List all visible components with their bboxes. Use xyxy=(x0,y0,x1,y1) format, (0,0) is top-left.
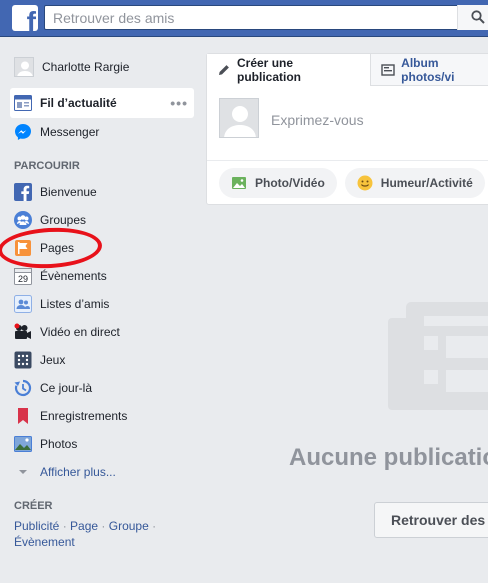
facebook-icon xyxy=(14,183,32,201)
sidebar-item-label: Groupes xyxy=(40,213,87,227)
newsfeed-icon xyxy=(14,94,32,112)
sidebar-item-label: Vidéo en direct xyxy=(40,325,120,339)
composer-body[interactable]: Exprimez-vous xyxy=(207,86,488,150)
show-more-label: Afficher plus... xyxy=(40,465,116,479)
profile-avatar xyxy=(14,57,34,77)
sidebar-item-pages[interactable]: Pages xyxy=(0,234,200,262)
sidebar-item-label: Pages xyxy=(40,241,75,255)
mood-activity-button[interactable]: Humeur/Activité xyxy=(344,167,485,198)
sidebar-item-label: Photos xyxy=(40,437,78,451)
create-group-link[interactable]: Groupe xyxy=(109,519,149,533)
profile-name: Charlotte Rargie xyxy=(42,60,130,74)
sidebar-item-live-video[interactable]: Vidéo en direct xyxy=(0,318,200,346)
flag-icon xyxy=(14,239,32,257)
sidebar-item-label: Enregistrements xyxy=(40,409,128,423)
show-more-link[interactable]: Afficher plus... xyxy=(0,458,200,486)
pencil-icon xyxy=(217,63,231,77)
sidebar-item-events[interactable]: 29 Évènements xyxy=(0,262,200,290)
album-icon xyxy=(381,63,395,77)
more-options-icon[interactable]: ••• xyxy=(170,95,188,111)
search-button[interactable] xyxy=(457,5,488,30)
sidebar-item-label: Jeux xyxy=(40,353,66,367)
search-input[interactable] xyxy=(45,6,445,29)
composer-tabs: Créer une publication Album photos/vi xyxy=(207,53,488,86)
smiley-icon xyxy=(357,175,373,191)
calendar-icon: 29 xyxy=(14,267,32,285)
sidebar-item-photos[interactable]: Photos xyxy=(0,430,200,458)
composer-input-placeholder[interactable]: Exprimez-vous xyxy=(271,112,364,128)
search-icon xyxy=(471,10,485,24)
sidebar-item-welcome[interactable]: Bienvenue xyxy=(0,178,200,206)
composer-actions: Photo/Vidéo Humeur/Activité xyxy=(207,160,488,204)
separator: · xyxy=(59,519,71,533)
live-video-icon xyxy=(14,323,32,341)
sidebar-item-games[interactable]: Jeux xyxy=(0,346,200,374)
sidebar-item-label: Messenger xyxy=(40,125,100,139)
facebook-logo[interactable]: f xyxy=(12,5,38,31)
photo-icon xyxy=(231,175,247,191)
separator: · xyxy=(98,519,109,533)
sidebar-item-on-this-day[interactable]: Ce jour-là xyxy=(0,374,200,402)
mood-activity-label: Humeur/Activité xyxy=(380,175,473,190)
search-box xyxy=(44,5,488,30)
groups-icon xyxy=(14,211,32,229)
sidebar-item-friend-lists[interactable]: Listes d’amis xyxy=(0,290,200,318)
find-friends-button[interactable]: Retrouver des xyxy=(374,502,488,538)
bookmark-icon xyxy=(14,407,32,425)
sidebar-item-label: Ce jour-là xyxy=(40,381,93,395)
empty-feed-title: Aucune publication xyxy=(289,444,488,471)
messenger-icon xyxy=(14,123,32,141)
separator: · xyxy=(148,519,157,533)
left-sidebar: Charlotte Rargie Fil d’actualité ••• Mes… xyxy=(0,52,200,550)
games-icon xyxy=(14,351,32,369)
tab-create-post[interactable]: Créer une publication xyxy=(207,53,372,86)
section-title-create: CRÉER xyxy=(14,500,53,512)
tab-photo-album[interactable]: Album photos/vi xyxy=(371,54,488,86)
sidebar-item-label: Fil d’actualité xyxy=(40,96,117,110)
empty-feed-illustration xyxy=(388,302,488,410)
sidebar-profile[interactable]: Charlotte Rargie xyxy=(0,52,200,82)
photos-icon xyxy=(14,435,32,453)
friend-lists-icon xyxy=(14,295,32,313)
create-ad-link[interactable]: Publicité xyxy=(14,519,59,533)
sidebar-item-label: Listes d’amis xyxy=(40,297,110,311)
avatar xyxy=(219,98,259,138)
tab-label: Créer une publication xyxy=(237,55,301,84)
photo-video-button[interactable]: Photo/Vidéo xyxy=(219,167,337,198)
tab-label: Album photos/vi xyxy=(401,55,455,84)
post-composer: Créer une publication Album photos/vi Ex… xyxy=(206,53,488,205)
sidebar-item-groups[interactable]: Groupes xyxy=(0,206,200,234)
sidebar-item-newsfeed[interactable]: Fil d’actualité ••• xyxy=(10,88,194,118)
create-event-link[interactable]: Évènement xyxy=(14,535,75,549)
create-page-link[interactable]: Page xyxy=(70,519,98,533)
sidebar-item-saved[interactable]: Enregistrements xyxy=(0,402,200,430)
on-this-day-icon xyxy=(14,379,32,397)
section-title-explore: PARCOURIR xyxy=(14,160,80,172)
chevron-down-icon xyxy=(14,463,32,481)
photo-video-label: Photo/Vidéo xyxy=(255,175,325,190)
sidebar-item-messenger[interactable]: Messenger xyxy=(0,118,200,146)
create-links: Publicité · Page · Groupe · Évènement xyxy=(0,518,170,550)
sidebar-item-label: Bienvenue xyxy=(40,185,97,199)
calendar-icon-day: 29 xyxy=(18,274,28,284)
top-navigation-bar: f xyxy=(0,0,488,37)
sidebar-item-label: Évènements xyxy=(40,269,107,283)
